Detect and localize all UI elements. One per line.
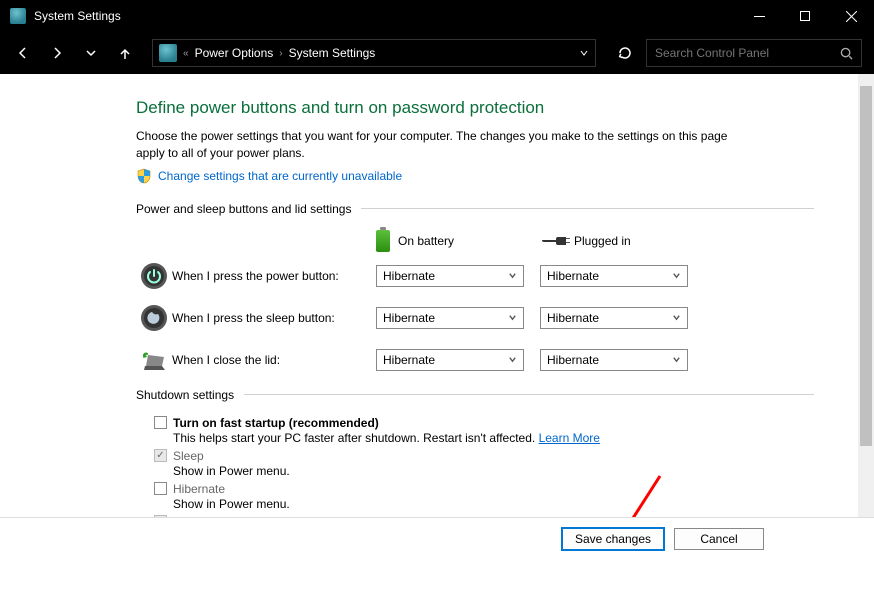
checkbox-label: Sleep	[173, 449, 204, 463]
power-button-battery-select[interactable]: Hibernate	[376, 265, 524, 287]
refresh-button[interactable]	[608, 39, 642, 67]
section-header: Power and sleep buttons and lid settings	[136, 202, 814, 216]
chevron-down-icon	[672, 313, 681, 322]
change-settings-link[interactable]: Change settings that are currently unava…	[158, 169, 402, 183]
lid-plugged-select[interactable]: Hibernate	[540, 349, 688, 371]
search-box[interactable]	[646, 39, 862, 67]
page-title: Define power buttons and turn on passwor…	[136, 98, 814, 118]
nav-toolbar: « Power Options › System Settings	[0, 32, 874, 74]
minimize-button[interactable]	[736, 0, 782, 32]
footer-bar: Save changes Cancel	[0, 517, 874, 559]
battery-icon	[376, 230, 390, 252]
power-icon	[140, 262, 168, 290]
setting-row-sleep-button: When I press the sleep button: Hibernate…	[136, 304, 814, 332]
setting-label: When I close the lid:	[172, 353, 376, 367]
chevron-down-icon	[672, 355, 681, 364]
checkbox-desc: This helps start your PC faster after sh…	[173, 431, 814, 445]
search-input[interactable]	[655, 46, 840, 60]
checkbox-label: Turn on fast startup (recommended)	[173, 416, 379, 430]
checkbox-label: Hibernate	[173, 482, 225, 496]
breadcrumb-item[interactable]: System Settings	[285, 46, 380, 60]
shield-icon	[136, 168, 152, 184]
up-button[interactable]	[110, 38, 140, 68]
checkbox-desc: Show in Power menu.	[173, 464, 814, 478]
forward-button[interactable]	[42, 38, 72, 68]
cancel-button[interactable]: Cancel	[674, 528, 764, 550]
sleep-checkbox[interactable]	[154, 449, 167, 462]
window-title: System Settings	[34, 9, 736, 23]
control-panel-icon	[159, 44, 177, 62]
breadcrumb-dropdown[interactable]	[573, 48, 595, 58]
maximize-button[interactable]	[782, 0, 828, 32]
checkbox-row-hibernate: Hibernate Show in Power menu.	[154, 482, 814, 511]
checkbox-desc: Show in Power menu.	[173, 497, 814, 511]
recent-dropdown-button[interactable]	[76, 38, 106, 68]
chevron-down-icon	[508, 271, 517, 280]
section-label: Power and sleep buttons and lid settings	[136, 202, 351, 216]
setting-label: When I press the sleep button:	[172, 311, 376, 325]
hibernate-checkbox[interactable]	[154, 482, 167, 495]
sleep-button-plugged-select[interactable]: Hibernate	[540, 307, 688, 329]
save-changes-button[interactable]: Save changes	[562, 528, 664, 550]
content-pane: Define power buttons and turn on passwor…	[0, 74, 874, 543]
section-label: Shutdown settings	[136, 388, 234, 402]
checkbox-row-sleep: Sleep Show in Power menu.	[154, 449, 814, 478]
back-button[interactable]	[8, 38, 38, 68]
learn-more-link[interactable]: Learn More	[539, 431, 600, 445]
chevron-down-icon	[508, 313, 517, 322]
close-button[interactable]	[828, 0, 874, 32]
vertical-scrollbar[interactable]	[858, 74, 874, 517]
app-icon	[10, 8, 26, 24]
section-header: Shutdown settings	[136, 388, 814, 402]
setting-row-lid: When I close the lid: Hibernate Hibernat…	[136, 346, 814, 374]
fast-startup-checkbox[interactable]	[154, 416, 167, 429]
power-button-plugged-select[interactable]: Hibernate	[540, 265, 688, 287]
page-description: Choose the power settings that you want …	[136, 128, 746, 162]
plug-icon	[540, 235, 566, 247]
checkbox-row-fast-startup: Turn on fast startup (recommended) This …	[154, 416, 814, 445]
lid-battery-select[interactable]: Hibernate	[376, 349, 524, 371]
setting-row-power-button: When I press the power button: Hibernate…	[136, 262, 814, 290]
sleep-icon	[140, 304, 168, 332]
scrollbar-thumb[interactable]	[860, 86, 872, 446]
breadcrumb-item[interactable]: Power Options	[191, 46, 278, 60]
chevron-icon: ›	[279, 48, 282, 59]
column-header-plugged: Plugged in	[540, 230, 688, 252]
setting-label: When I press the power button:	[172, 269, 376, 283]
laptop-lid-icon	[140, 346, 168, 374]
breadcrumb-bar[interactable]: « Power Options › System Settings	[152, 39, 596, 67]
chevron-down-icon	[508, 355, 517, 364]
title-bar: System Settings	[0, 0, 874, 32]
column-header-battery: On battery	[376, 230, 524, 252]
search-icon	[840, 47, 853, 60]
sleep-button-battery-select[interactable]: Hibernate	[376, 307, 524, 329]
chevron-icon: «	[183, 48, 189, 59]
chevron-down-icon	[672, 271, 681, 280]
